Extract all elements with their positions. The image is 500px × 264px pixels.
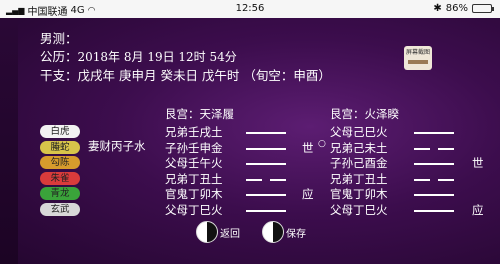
yin-yang-icon bbox=[196, 221, 218, 243]
changed-yao-line bbox=[414, 132, 454, 134]
gender-line: 男测： bbox=[40, 28, 78, 47]
changed-line-text: 兄弟己未土 bbox=[330, 140, 388, 155]
spirit-badge: 朱雀 bbox=[40, 171, 80, 185]
main-hexagram-title: 艮宫：天泽履 bbox=[165, 107, 234, 121]
badge-bar bbox=[408, 60, 428, 64]
main-yao-line bbox=[246, 209, 286, 212]
main-yao-line bbox=[246, 132, 286, 134]
moving-line-mark: ○ bbox=[318, 138, 326, 149]
save-button[interactable]: 保存 bbox=[262, 220, 306, 244]
main-line-text: 父母丁巳火 bbox=[165, 202, 223, 217]
gregorian-value: 2018年 8月 19日 12时 54分 bbox=[77, 50, 237, 64]
main-yao-line bbox=[246, 163, 286, 165]
main-line-text: 子孙壬申金 bbox=[165, 140, 223, 155]
main-line-text: 父母壬午火 bbox=[165, 156, 223, 170]
main-line-text: 兄弟壬戌土 bbox=[165, 125, 223, 139]
save-button-label: 保存 bbox=[286, 228, 306, 240]
gender-label: 男测： bbox=[40, 31, 78, 46]
yin-yang-icon bbox=[262, 221, 284, 243]
changed-yao-line bbox=[414, 194, 454, 196]
gregorian-label: 公历： bbox=[40, 49, 78, 64]
main-yao-line bbox=[246, 147, 286, 150]
changed-line-text: 父母己巳火 bbox=[330, 125, 388, 139]
changed-yao-line bbox=[414, 178, 454, 181]
spirit-badge: 勾陈 bbox=[40, 156, 80, 169]
back-button-label: 返回 bbox=[220, 228, 240, 240]
status-right: ✱ 86% bbox=[433, 3, 494, 14]
bluetooth-icon: ✱ bbox=[433, 3, 442, 14]
badge-label: 屏幕截图 bbox=[405, 49, 430, 56]
changed-yao-line bbox=[414, 163, 454, 165]
gregorian-line: 公历：2018年 8月 19日 12时 54分 bbox=[40, 46, 237, 65]
changed-line-text: 子孙己酉金 bbox=[330, 156, 388, 170]
changed-line-text: 兄弟丁丑土 bbox=[330, 171, 388, 186]
main-world-mark: 世 bbox=[302, 140, 314, 155]
spirit-badge: 青龙 bbox=[40, 187, 80, 200]
hidden-spirit: 妻财丙子水 bbox=[88, 139, 146, 153]
ganzhi-value: 戊戌年 庚申月 癸未日 戊午时 （旬空：申酉） bbox=[77, 68, 331, 83]
changed-world-mark: 世 bbox=[472, 156, 484, 170]
main-line-text: 兄弟丁丑土 bbox=[165, 171, 223, 186]
spirit-badge: 螣蛇 bbox=[40, 140, 80, 154]
changed-yao-line bbox=[414, 209, 454, 212]
battery-icon bbox=[472, 4, 494, 13]
spirit-badge: 玄武 bbox=[40, 202, 80, 216]
changed-line-text: 官鬼丁卯木 bbox=[330, 187, 388, 201]
back-button[interactable]: 返回 bbox=[196, 220, 240, 244]
left-edge-panel bbox=[0, 18, 18, 264]
main-yao-line bbox=[246, 178, 286, 181]
status-time: 12:56 bbox=[235, 3, 265, 14]
main-yao-line bbox=[246, 194, 286, 196]
battery-percent: 86% bbox=[445, 3, 468, 14]
changed-line-text: 父母丁巳火 bbox=[330, 202, 388, 217]
changed-yao-line bbox=[414, 147, 454, 150]
changed-hexagram-title: 艮宫：火泽睽 bbox=[330, 107, 399, 121]
screenshot-badge[interactable]: 屏幕截图 bbox=[404, 46, 432, 70]
main-world-mark: 应 bbox=[302, 187, 314, 201]
ganzhi-line: 干支：戊戌年 庚申月 癸未日 戊午时 （旬空：申酉） bbox=[40, 65, 331, 84]
status-bar: ▂▄▆ 中国联通 4G ◠ 12:56 ✱ 86% bbox=[0, 0, 500, 18]
spirit-badge: 白虎 bbox=[40, 125, 80, 138]
main-line-text: 官鬼丁卯木 bbox=[165, 187, 223, 201]
changed-world-mark: 应 bbox=[472, 202, 484, 217]
ganzhi-label: 干支： bbox=[40, 68, 78, 83]
